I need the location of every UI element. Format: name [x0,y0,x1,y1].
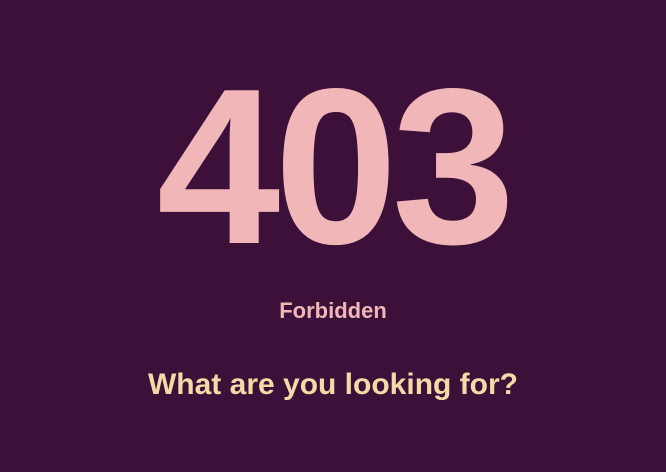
error-page: 403 Forbidden What are you looking for? [0,0,666,472]
error-status: Forbidden [279,298,387,323]
error-code: 403 [156,43,515,291]
error-message: What are you looking for? [147,368,518,401]
